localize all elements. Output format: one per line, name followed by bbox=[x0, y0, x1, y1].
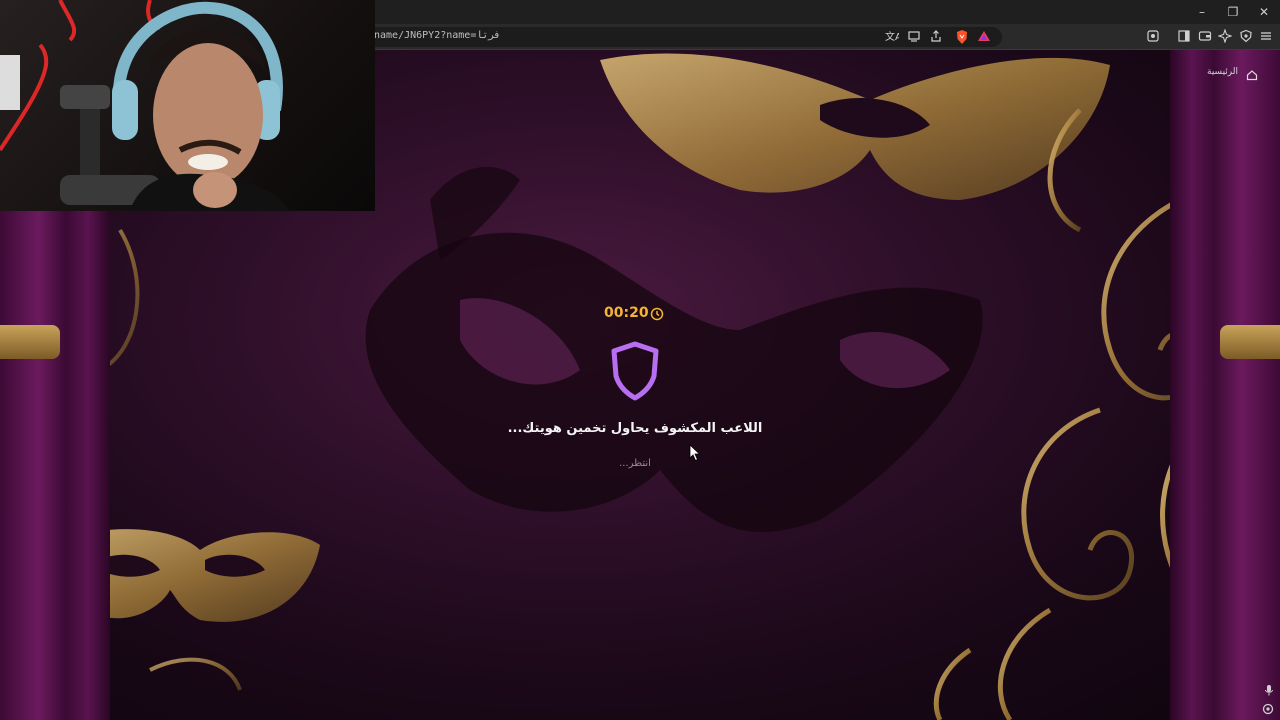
brave-rewards-icon[interactable] bbox=[976, 29, 992, 45]
status-title: اللاعب المكشوف يحاول تخمين هويتك... bbox=[507, 421, 763, 436]
home-link[interactable]: الرئيسية bbox=[1207, 67, 1238, 77]
leo-icon[interactable] bbox=[1217, 28, 1233, 45]
cast-icon[interactable] bbox=[906, 29, 922, 45]
svg-text:文A: 文A bbox=[885, 30, 899, 43]
address-bar-text: name/JN6PY2?name=فرتا bbox=[374, 30, 501, 41]
home-icon[interactable] bbox=[1246, 66, 1258, 85]
webcam-overlay bbox=[0, 0, 375, 211]
bookmark-icon[interactable] bbox=[1145, 29, 1161, 45]
minimize-button[interactable]: – bbox=[1190, 3, 1214, 21]
address-bar[interactable]: name/JN6PY2?name=فرتا bbox=[340, 27, 1002, 47]
countdown-timer: 00:20 bbox=[604, 305, 649, 321]
menu-icon[interactable] bbox=[1258, 29, 1274, 45]
sidebar-icon[interactable] bbox=[1176, 29, 1192, 45]
left-curtain-tieback bbox=[0, 325, 60, 359]
streamer-video-image bbox=[0, 0, 290, 211]
translate-icon[interactable]: 文A bbox=[884, 29, 902, 45]
brave-shield-icon[interactable] bbox=[954, 29, 970, 45]
vpn-icon[interactable] bbox=[1238, 29, 1254, 45]
settings-icon[interactable] bbox=[1262, 703, 1274, 718]
restore-button[interactable]: ❐ bbox=[1221, 3, 1245, 21]
status-subtitle: انتظر... bbox=[619, 458, 651, 469]
right-curtain bbox=[1170, 50, 1280, 720]
right-curtain-tieback bbox=[1220, 325, 1280, 359]
wallet-icon[interactable] bbox=[1197, 29, 1213, 45]
shield-icon bbox=[608, 340, 662, 406]
clock-icon bbox=[650, 306, 664, 325]
mic-icon[interactable] bbox=[1264, 684, 1274, 699]
close-button[interactable]: ✕ bbox=[1252, 3, 1276, 21]
cursor-icon bbox=[689, 444, 701, 466]
share-icon[interactable] bbox=[928, 29, 944, 45]
